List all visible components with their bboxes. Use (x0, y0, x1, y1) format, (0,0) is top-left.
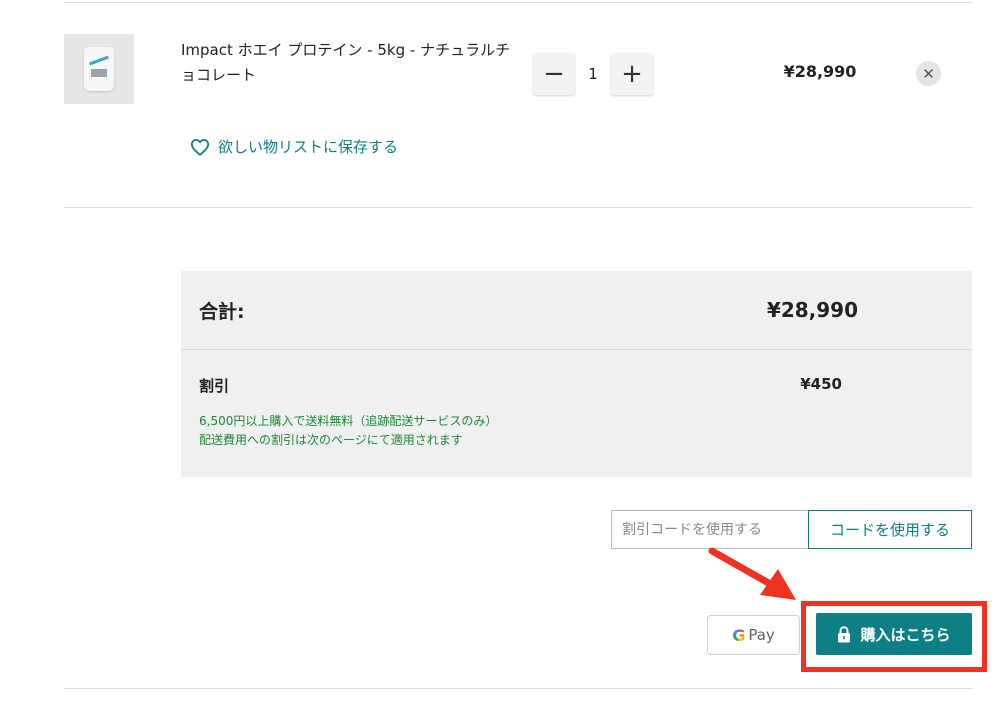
discount-row: 割引 ¥450 (181, 350, 972, 396)
divider (64, 2, 972, 3)
remove-item-button[interactable]: ✕ (916, 61, 941, 86)
item-price: ¥28,990 (783, 62, 857, 81)
order-summary: 合計: ¥28,990 割引 ¥450 6,500円以上購入で送料無料（追跡配送… (181, 271, 972, 477)
whey-protein-bag-icon (84, 47, 114, 91)
checkout-label: 購入はこちら (860, 625, 951, 644)
discount-value: ¥450 (800, 375, 842, 393)
product-thumbnail[interactable] (64, 34, 134, 104)
product-name[interactable]: Impact ホエイ プロテイン - 5kg - ナチュラルチョコレート (181, 38, 511, 88)
divider (64, 688, 972, 689)
apply-code-button[interactable]: コードを使用する (808, 510, 972, 549)
shipping-discount-note: 6,500円以上購入で送料無料（追跡配送サービスのみ） 配送費用への割引は次のペ… (181, 396, 972, 450)
total-value: ¥28,990 (766, 298, 858, 322)
note-line: 6,500円以上購入で送料無料（追跡配送サービスのみ） (199, 414, 498, 428)
decrement-button[interactable]: − (533, 53, 575, 95)
discount-label: 割引 (199, 377, 230, 395)
discount-code-input[interactable] (611, 510, 808, 549)
quantity-stepper: − 1 + (533, 53, 653, 95)
google-pay-button[interactable]: G Pay (707, 615, 800, 655)
google-g-icon: G (732, 625, 746, 645)
save-to-wishlist-link[interactable]: 欲しい物リストに保存する (190, 136, 398, 157)
close-icon: ✕ (922, 64, 935, 83)
wishlist-label: 欲しい物リストに保存する (218, 138, 399, 156)
order-total-row: 合計: ¥28,990 (181, 271, 972, 350)
note-line: 配送費用への割引は次のページにて適用されます (199, 433, 463, 447)
annotation-arrow (708, 547, 796, 600)
gpay-label: Pay (748, 626, 775, 644)
heart-icon (190, 138, 210, 156)
total-label: 合計: (199, 300, 245, 323)
lock-icon (838, 625, 851, 642)
cart-page: Impact ホエイ プロテイン - 5kg - ナチュラルチョコレート − 1… (0, 0, 1000, 702)
checkout-button[interactable]: 購入はこちら (816, 613, 972, 655)
increment-button[interactable]: + (611, 53, 653, 95)
divider (64, 207, 972, 208)
quantity-value: 1 (588, 65, 598, 83)
